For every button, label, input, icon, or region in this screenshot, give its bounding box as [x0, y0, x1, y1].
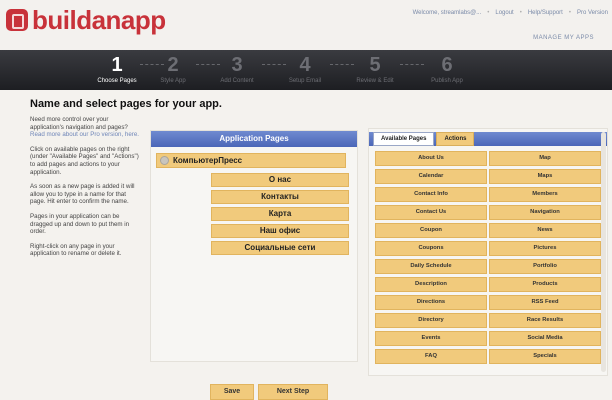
- scrollbar[interactable]: [601, 132, 606, 372]
- help-paragraph: As soon as a new page is added it will a…: [30, 183, 135, 206]
- app-page-item[interactable]: О нас: [211, 173, 349, 187]
- available-page-item[interactable]: Products: [489, 277, 601, 292]
- app-page-item[interactable]: Социальные сети: [211, 241, 349, 255]
- available-page-item[interactable]: About Us: [375, 151, 487, 166]
- available-pages-left-column: About Us Calendar Contact Info Contact U…: [375, 151, 487, 367]
- tab-actions[interactable]: Actions: [436, 132, 475, 146]
- available-page-item[interactable]: Events: [375, 331, 487, 346]
- pro-version-readmore-link[interactable]: Read more about our Pro version, here.: [30, 131, 139, 138]
- help-paragraph: Right-click on any page in your applicat…: [30, 242, 122, 258]
- help-paragraph: Need more control over your application'…: [30, 116, 140, 139]
- logout-link[interactable]: Logout: [495, 10, 513, 16]
- available-pages-right-column: Map Maps Members Navigation News Picture…: [489, 151, 601, 367]
- help-text: Need more control over your application'…: [30, 116, 140, 265]
- available-page-item[interactable]: Directions: [375, 295, 487, 310]
- step-2[interactable]: 2 Style App: [138, 55, 208, 84]
- available-page-item[interactable]: Race Results: [489, 313, 601, 328]
- manage-apps-link[interactable]: MANAGE MY APPS: [533, 35, 594, 41]
- available-page-item[interactable]: Specials: [489, 349, 601, 364]
- available-page-item[interactable]: Navigation: [489, 205, 601, 220]
- welcome-link[interactable]: Welcome, streamlabs@...: [413, 10, 482, 16]
- save-button[interactable]: Save: [210, 384, 254, 400]
- available-page-item[interactable]: Coupons: [375, 241, 487, 256]
- available-page-item[interactable]: Social Media: [489, 331, 601, 346]
- available-page-item[interactable]: Calendar: [375, 169, 487, 184]
- available-page-item[interactable]: Contact Us: [375, 205, 487, 220]
- available-pages-panel: Available Pages Actions About Us Calenda…: [368, 128, 608, 376]
- available-page-item[interactable]: RSS Feed: [489, 295, 601, 310]
- available-page-item[interactable]: Coupon: [375, 223, 487, 238]
- tabs: Available Pages Actions: [373, 132, 475, 146]
- available-page-item[interactable]: News: [489, 223, 601, 238]
- application-pages-header: Application Pages: [151, 131, 357, 147]
- application-pages-panel: Application Pages КомпьютерПресс О нас К…: [150, 130, 358, 362]
- help-paragraph: Click on available pages on the right (u…: [30, 145, 139, 176]
- next-step-button[interactable]: Next Step: [258, 384, 328, 400]
- available-page-item[interactable]: Directory: [375, 313, 487, 328]
- page-icon: [160, 156, 169, 165]
- app-page-item[interactable]: Наш офис: [211, 224, 349, 238]
- help-link[interactable]: Help/Support: [528, 10, 563, 16]
- page-title: Name and select pages for your app.: [30, 98, 222, 110]
- available-page-item[interactable]: Pictures: [489, 241, 601, 256]
- available-page-item[interactable]: Maps: [489, 169, 601, 184]
- available-page-item[interactable]: Description: [375, 277, 487, 292]
- available-page-item[interactable]: FAQ: [375, 349, 487, 364]
- available-page-item[interactable]: Members: [489, 187, 601, 202]
- top-links: Welcome, streamlabs@... • Logout • Help/…: [412, 10, 608, 16]
- logo[interactable]: buildanapp: [6, 6, 166, 34]
- app-page-item[interactable]: Контакты: [211, 190, 349, 204]
- available-page-item[interactable]: Daily Schedule: [375, 259, 487, 274]
- step-bar: 1 Choose Pages 2 Style App 3 Add Content…: [0, 50, 612, 90]
- step-5[interactable]: 5 Review & Edit: [340, 55, 410, 84]
- pro-version-link[interactable]: Pro Version: [577, 10, 608, 16]
- step-6[interactable]: 6 Publish App: [412, 55, 482, 84]
- step-3[interactable]: 3 Add Content: [202, 55, 272, 84]
- root-page-item[interactable]: КомпьютерПресс: [156, 153, 346, 168]
- available-page-item[interactable]: Portfolio: [489, 259, 601, 274]
- logo-icon: [6, 9, 28, 31]
- header: buildanapp Welcome, streamlabs@... • Log…: [0, 0, 612, 50]
- step-4[interactable]: 4 Setup Email: [270, 55, 340, 84]
- available-page-item[interactable]: Contact Info: [375, 187, 487, 202]
- help-paragraph: Pages in your application can be dragged…: [30, 212, 130, 236]
- available-page-item[interactable]: Map: [489, 151, 601, 166]
- logo-text: buildanapp: [32, 5, 166, 35]
- tab-available-pages[interactable]: Available Pages: [373, 132, 435, 146]
- app-page-item[interactable]: Карта: [211, 207, 349, 221]
